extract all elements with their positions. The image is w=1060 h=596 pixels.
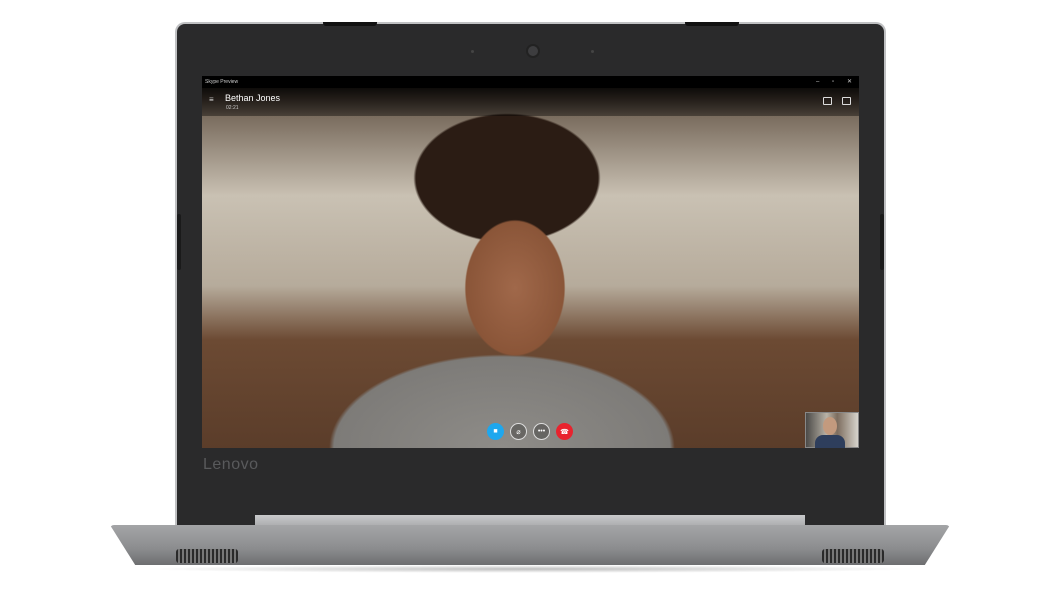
- hang-up-icon: ☎: [560, 428, 569, 436]
- call-duration: 02:21: [226, 105, 239, 111]
- minimize-button[interactable]: –: [816, 76, 819, 88]
- shadow: [140, 565, 920, 573]
- sensor: [591, 50, 594, 53]
- video-toggle-icon[interactable]: [823, 97, 832, 105]
- end-call-button[interactable]: ☎: [556, 423, 573, 440]
- side-button: [177, 214, 181, 270]
- video-camera-icon: ■: [493, 428, 498, 435]
- speaker-grill: [176, 549, 238, 563]
- sensor: [471, 50, 474, 53]
- microphone-muted-icon: ⌀: [516, 428, 521, 436]
- remote-video: [202, 88, 859, 448]
- window-title: Skype Preview: [205, 79, 239, 85]
- more-button[interactable]: •••: [533, 423, 550, 440]
- menu-icon[interactable]: ≡: [209, 95, 214, 104]
- speaker-grill: [822, 549, 884, 563]
- more-icon: •••: [537, 428, 546, 435]
- brand-logo: Lenovo: [203, 456, 259, 473]
- hinge: [685, 22, 739, 26]
- self-view-video[interactable]: [805, 412, 859, 448]
- skype-window: Skype Preview – ▫ ✕ ≡ Bethan Jones 02:21…: [202, 76, 859, 448]
- contact-name: Bethan Jones: [225, 93, 281, 103]
- side-button: [880, 214, 884, 270]
- call-header: ≡ Bethan Jones 02:21: [202, 88, 859, 116]
- maximize-button[interactable]: ▫: [832, 76, 834, 88]
- chat-icon[interactable]: [842, 97, 851, 105]
- title-bar: Skype Preview: [202, 76, 859, 88]
- mute-button[interactable]: ⌀: [510, 423, 527, 440]
- call-controls: ■ ⌀ ••• ☎: [487, 423, 573, 440]
- webcam: [526, 44, 540, 58]
- video-button[interactable]: ■: [487, 423, 504, 440]
- hinge: [323, 22, 377, 26]
- close-button[interactable]: ✕: [847, 76, 852, 88]
